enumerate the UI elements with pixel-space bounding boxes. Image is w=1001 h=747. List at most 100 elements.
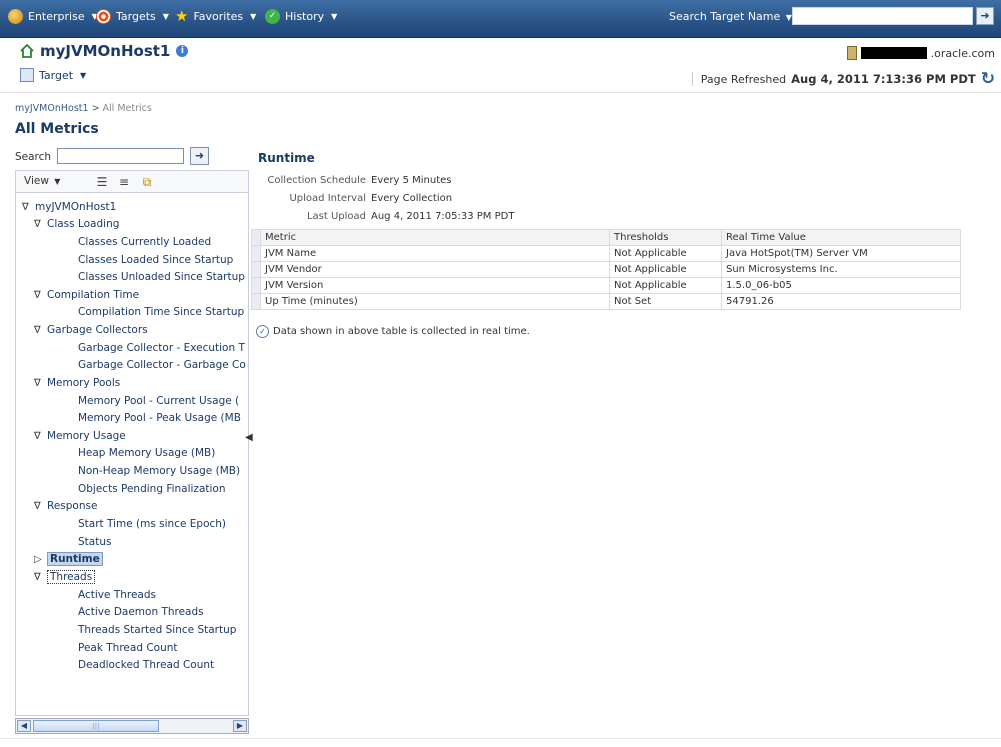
table-row[interactable]: JVM Vendor Not Applicable Sun Microsystems… bbox=[251, 261, 961, 278]
scroll-right-icon[interactable]: ▶ bbox=[233, 720, 247, 732]
splitter-collapse-icon[interactable]: ◀ bbox=[245, 432, 253, 454]
collapse-toggle-icon[interactable]: ∇ bbox=[34, 289, 47, 303]
tree-leaf-item[interactable]: Non-Heap Memory Usage (MB) bbox=[78, 464, 240, 478]
tree-leaf-item[interactable]: Deadlocked Thread Count bbox=[78, 658, 214, 672]
row-header-cell[interactable] bbox=[251, 245, 261, 262]
tree-leaf-item[interactable]: Active Daemon Threads bbox=[78, 605, 204, 619]
collapse-toggle-icon[interactable]: ∇ bbox=[34, 324, 47, 338]
collapse-toggle-icon[interactable]: ∇ bbox=[34, 377, 47, 391]
global-search-input[interactable] bbox=[792, 7, 973, 25]
collapse-toggle-icon[interactable]: ∇ bbox=[22, 201, 35, 215]
global-search-go-button[interactable]: ➜ bbox=[976, 7, 994, 25]
info-icon[interactable]: i bbox=[176, 45, 189, 57]
tree-item-label: Non-Heap Memory Usage (MB) bbox=[78, 465, 241, 477]
tree-leaf-item[interactable]: Garbage Collector - Garbage Co bbox=[78, 358, 246, 372]
chevron-down-icon: ▼ bbox=[54, 177, 61, 186]
detach-icon[interactable]: ⧉ bbox=[139, 174, 155, 190]
tree-item-label: Heap Memory Usage (MB) bbox=[78, 447, 216, 459]
table-row[interactable]: Up Time (minutes) Not Set 54791.26 bbox=[251, 293, 961, 310]
tree-item-label: Deadlocked Thread Count bbox=[78, 659, 215, 671]
metric-cell: Up Time (minutes) bbox=[260, 293, 610, 310]
checkmark-icon: ✓ bbox=[256, 325, 269, 338]
search-target-name-menu[interactable]: Search Target Name ▼ bbox=[669, 10, 792, 23]
tree-folder-item[interactable]: ∇ Threads bbox=[34, 570, 96, 585]
tree-leaf-item[interactable]: Memory Pool - Current Usage ( bbox=[78, 394, 239, 408]
expand-all-icon[interactable]: ☰ bbox=[94, 174, 110, 190]
scroll-left-icon[interactable]: ◀ bbox=[17, 720, 31, 732]
tree-leaf-item[interactable]: Classes Loaded Since Startup bbox=[78, 253, 233, 267]
tree-folder-item[interactable]: ∇ Garbage Collectors bbox=[34, 323, 148, 338]
expand-toggle-icon[interactable]: ▷ bbox=[34, 553, 47, 567]
column-header-real-time-value[interactable]: Real Time Value bbox=[721, 229, 961, 246]
metric-cell: JVM Version bbox=[260, 277, 610, 294]
tree-folder-item[interactable]: ∇ myJVMOnHost1 bbox=[22, 200, 116, 215]
tree-leaf-item[interactable]: Classes Unloaded Since Startup bbox=[78, 270, 245, 284]
tree-folder-item[interactable]: ∇ Response bbox=[34, 499, 97, 514]
metric-search-go-button[interactable]: ➜ bbox=[190, 147, 209, 165]
history-icon: ✓ bbox=[265, 9, 280, 24]
collapse-toggle-icon[interactable]: ∇ bbox=[34, 218, 47, 232]
metric-search-input[interactable] bbox=[57, 148, 184, 164]
tree-leaf-item[interactable]: Active Threads bbox=[78, 588, 156, 602]
tree-leaf-item[interactable]: Objects Pending Finalization bbox=[78, 482, 226, 496]
column-header-metric[interactable]: Metric bbox=[260, 229, 610, 246]
collapse-toggle-icon[interactable]: ∇ bbox=[34, 430, 47, 444]
chevron-down-icon: ▼ bbox=[785, 13, 792, 22]
tree-leaf-item[interactable]: Peak Thread Count bbox=[78, 641, 178, 655]
table-row[interactable]: JVM Name Not Applicable Java HotSpot(TM) S… bbox=[251, 245, 961, 262]
row-header-cell[interactable] bbox=[251, 261, 261, 278]
home-icon[interactable] bbox=[20, 44, 34, 58]
tree-toolbar: View ▼ ☰ ≡ ⧉ bbox=[15, 170, 249, 192]
tree-item-label: Response bbox=[47, 500, 98, 512]
row-header-cell[interactable] bbox=[251, 277, 261, 294]
tree-item-label: Classes Unloaded Since Startup bbox=[78, 271, 245, 283]
refresh-label: Page Refreshed bbox=[700, 72, 787, 86]
row-header-cell[interactable] bbox=[251, 293, 261, 310]
tree-item-label: Garbage Collectors bbox=[47, 324, 148, 336]
history-menu[interactable]: ✓ History ▼ bbox=[265, 9, 337, 24]
tree-item-label: Threads Started Since Startup bbox=[78, 624, 237, 636]
favorites-menu[interactable]: ★ Favorites ▼ bbox=[175, 7, 256, 25]
tree-folder-item[interactable]: ∇ Memory Usage bbox=[34, 429, 126, 444]
breadcrumb-link[interactable]: myJVMOnHost1 bbox=[15, 103, 89, 114]
tree-leaf-item[interactable]: Threads Started Since Startup bbox=[78, 623, 236, 637]
real-time-value-cell: 54791.26 bbox=[721, 293, 961, 310]
tree-leaf-item[interactable]: Garbage Collector - Execution T bbox=[78, 341, 245, 355]
star-icon: ★ bbox=[175, 7, 189, 25]
breadcrumb-separator: > bbox=[88, 103, 103, 114]
header-divider bbox=[0, 92, 1001, 93]
tree-folder-item[interactable]: ∇ Memory Pools bbox=[34, 376, 120, 391]
section-title: Runtime bbox=[258, 151, 315, 165]
tree-leaf-item[interactable]: Classes Currently Loaded bbox=[78, 235, 211, 249]
detail-label: Collection Schedule bbox=[267, 175, 366, 186]
view-menu[interactable]: View ▼ bbox=[24, 175, 60, 187]
tree-folder-item[interactable]: ▷ Runtime bbox=[34, 552, 103, 567]
tree-folder-item[interactable]: ∇ Compilation Time bbox=[34, 288, 139, 303]
target-menu[interactable]: Target ▼ bbox=[20, 68, 86, 82]
collapse-toggle-icon[interactable]: ∇ bbox=[34, 571, 47, 585]
tree-folder-item[interactable]: ∇ Class Loading bbox=[34, 217, 119, 232]
tree-horizontal-scrollbar[interactable]: ◀ ||| ▶ bbox=[15, 718, 249, 734]
tree-leaf-item[interactable]: Compilation Time Since Startup bbox=[78, 305, 244, 319]
refresh-icon[interactable]: ↻ bbox=[981, 71, 995, 88]
tree-leaf-item[interactable]: Status bbox=[78, 535, 111, 549]
page-title: myJVMOnHost1 i bbox=[20, 42, 189, 60]
collapse-toggle-icon[interactable]: ∇ bbox=[34, 500, 47, 514]
targets-menu-label: Targets bbox=[116, 10, 156, 23]
column-header-thresholds[interactable]: Thresholds bbox=[609, 229, 722, 246]
scroll-thumb[interactable]: ||| bbox=[33, 720, 159, 732]
host-icon bbox=[846, 46, 857, 60]
collapse-all-icon[interactable]: ≡ bbox=[116, 174, 132, 190]
table-row[interactable]: JVM Version Not Applicable 1.5.0_06-b05 bbox=[251, 277, 961, 294]
tree-item-label: Memory Pool - Current Usage ( bbox=[78, 395, 240, 407]
targets-icon bbox=[96, 9, 111, 24]
enterprise-menu[interactable]: Enterprise ▼ bbox=[8, 9, 98, 24]
chevron-down-icon: ▼ bbox=[80, 70, 87, 80]
tree-leaf-item[interactable]: Heap Memory Usage (MB) bbox=[78, 446, 215, 460]
tree-leaf-item[interactable]: Start Time (ms since Epoch) bbox=[78, 517, 226, 531]
tree-leaf-item[interactable]: Memory Pool - Peak Usage (MB bbox=[78, 411, 241, 425]
targets-menu[interactable]: Targets ▼ bbox=[96, 9, 169, 24]
tree-item-label: Classes Loaded Since Startup bbox=[78, 254, 234, 266]
metric-search-label: Search bbox=[15, 151, 52, 163]
thresholds-cell: Not Applicable bbox=[609, 261, 722, 278]
